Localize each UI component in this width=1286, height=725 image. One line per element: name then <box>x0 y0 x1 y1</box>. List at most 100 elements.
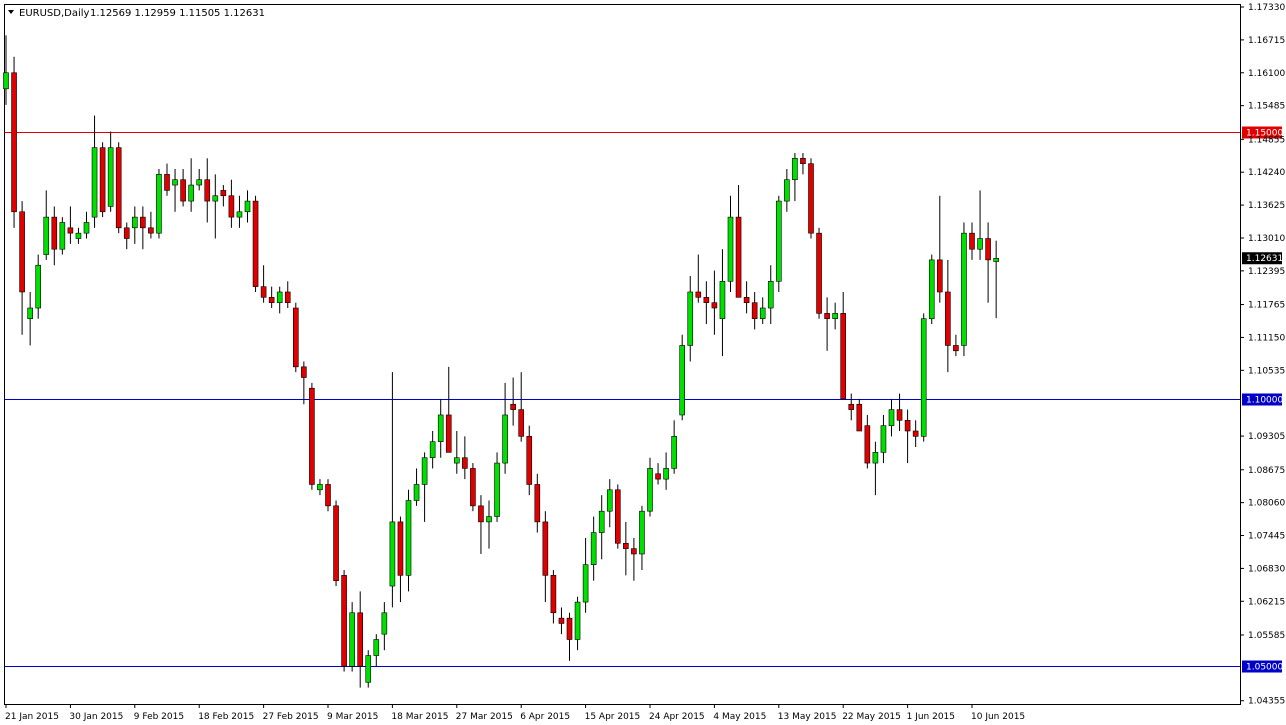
candle <box>470 463 476 512</box>
candle-body <box>759 307 766 320</box>
time-tick-label: 18 Mar 2015 <box>391 712 448 722</box>
candle-body <box>107 147 114 207</box>
candle <box>961 222 967 357</box>
price-tick-label: 1.13010 <box>1248 234 1285 244</box>
chart-header[interactable]: EURUSD,Daily 1.12569 1.12959 1.11505 1.1… <box>8 8 265 19</box>
candle-body <box>19 211 25 293</box>
price-tick-label: 1.11150 <box>1248 333 1285 343</box>
candle-body <box>912 430 919 437</box>
candle-body <box>534 484 541 523</box>
candle-body <box>542 521 549 576</box>
candle-body <box>132 216 138 229</box>
candle-body <box>478 505 484 523</box>
symbol-period-label: EURUSD,Daily <box>19 8 90 19</box>
candle-body <box>719 280 726 320</box>
candle-body <box>244 200 251 213</box>
candle-body <box>373 639 380 656</box>
candle-body <box>35 264 42 309</box>
candle-body <box>614 489 621 544</box>
candle-body <box>220 190 227 197</box>
candle-body <box>727 216 734 282</box>
candle-body <box>655 473 661 480</box>
candle-body <box>196 179 202 186</box>
price-chart[interactable]: 1.150001.100001.05000 1.173301.167151.16… <box>0 0 1286 725</box>
candle-body <box>985 238 991 261</box>
candle <box>816 227 822 319</box>
candle-body <box>309 387 315 485</box>
candle-body <box>671 436 677 469</box>
price-tick-label: 1.10535 <box>1248 366 1285 376</box>
candle <box>252 195 259 292</box>
candle-body <box>647 468 653 512</box>
candle-body <box>663 468 669 480</box>
candle-body <box>284 291 291 303</box>
candle-body <box>156 174 162 234</box>
candle <box>59 217 66 255</box>
candle-body <box>808 163 814 234</box>
candle-body <box>510 403 516 410</box>
candle-body <box>27 307 33 320</box>
candle <box>309 382 315 490</box>
candle-body <box>936 259 943 293</box>
candle-body <box>751 302 758 320</box>
candle-body <box>140 216 146 229</box>
candle-body <box>953 345 959 352</box>
candle <box>349 602 355 672</box>
candle-body <box>961 232 967 346</box>
candle-body <box>381 612 388 635</box>
candle-body <box>695 291 702 298</box>
candle-body <box>172 179 178 186</box>
candle-body <box>623 542 629 549</box>
candle-body <box>824 313 830 320</box>
price-tick-label: 1.11765 <box>1248 301 1285 311</box>
candle-body <box>51 216 58 250</box>
chart-window[interactable]: 1.15000 1.10000 1.05000 1.17330 1.16715 1.16… <box>0 0 1286 725</box>
candle <box>920 313 927 442</box>
time-tick-label: 22 May 2015 <box>842 712 901 722</box>
candle-body <box>816 232 822 314</box>
candle-body <box>735 216 742 298</box>
time-tick-label: 21 Jan 2015 <box>5 712 59 722</box>
candle-body <box>840 313 847 400</box>
candle-body <box>349 612 355 667</box>
candle-body <box>767 280 774 309</box>
candle-body <box>389 521 396 587</box>
candle <box>333 500 339 587</box>
time-tick-label: 4 May 2015 <box>713 712 766 722</box>
candle-body <box>687 291 694 346</box>
time-tick-label: 1 Jun 2015 <box>907 712 955 722</box>
price-tick-label: 1.12395 <box>1248 267 1285 277</box>
candle-body <box>397 521 404 576</box>
price-tick-label: 1.09305 <box>1248 432 1285 442</box>
candle-body <box>212 195 219 202</box>
candle <box>808 158 814 239</box>
candle <box>928 254 935 325</box>
candle-body <box>11 72 17 213</box>
candle-body <box>59 222 66 250</box>
candle-body <box>526 436 533 485</box>
candle-body <box>486 516 492 523</box>
candle <box>99 142 106 218</box>
candle-body <box>832 313 838 320</box>
candle-body <box>268 297 275 303</box>
candle-body <box>888 409 895 426</box>
price-tick-label: 1.13625 <box>1248 201 1285 211</box>
candle-body <box>928 259 935 320</box>
time-tick-label: 9 Feb 2015 <box>134 712 184 722</box>
candle-body <box>333 505 339 581</box>
candle-body <box>204 179 211 202</box>
candle-body <box>864 425 871 464</box>
candle-body <box>357 612 364 667</box>
price-tick-label: 1.05585 <box>1248 631 1285 641</box>
candle-body <box>566 617 573 640</box>
price-tick-label: 1.15485 <box>1248 102 1285 112</box>
candle-body <box>848 403 855 410</box>
candle-body <box>639 510 645 555</box>
candle-body <box>260 286 267 298</box>
candle-body <box>920 318 927 437</box>
current-price-label: 1.12631 <box>1246 254 1283 264</box>
candle-body <box>598 510 605 533</box>
price-tick-label: 1.06215 <box>1248 597 1285 607</box>
candle <box>365 650 372 688</box>
time-tick-label: 9 Mar 2015 <box>327 712 378 722</box>
